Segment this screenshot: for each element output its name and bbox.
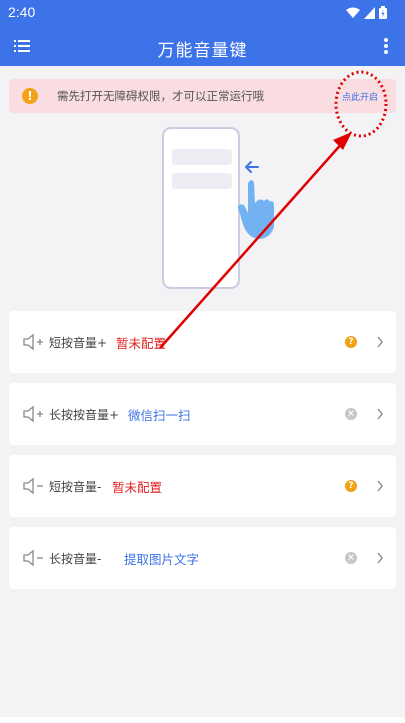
battery-icon: [379, 6, 387, 19]
status-time: 2:40: [8, 4, 36, 20]
clear-icon[interactable]: ×: [345, 552, 357, 564]
row-value: 提取图片文字: [124, 552, 200, 567]
volume-up-icon: [23, 405, 43, 423]
app-title: 万能音量键: [157, 41, 248, 61]
question-icon[interactable]: ?: [345, 336, 357, 348]
short-press-volume-up-row[interactable]: 短按音量+ 暂未配置 ?: [9, 311, 396, 373]
row-label: 长按音量-: [49, 552, 102, 566]
enable-accessibility-link[interactable]: 点此开启: [342, 90, 378, 103]
status-bar: 2:40: [0, 0, 405, 26]
short-press-volume-down-row[interactable]: 短按音量- 暂未配置 ?: [9, 455, 396, 517]
app-bar: 万能音量键: [0, 26, 405, 66]
navigation-bar: [0, 717, 405, 723]
phone-hand-illustration: [162, 127, 274, 289]
row-label: 短按音量+: [49, 336, 108, 350]
warning-icon: !: [22, 88, 38, 104]
warning-text: 需先打开无障碍权限，才可以正常运行哦: [57, 89, 264, 103]
row-label: 长按按音量+: [49, 408, 120, 422]
more-vert-icon[interactable]: [383, 37, 389, 55]
row-value: 暂未配置: [112, 480, 163, 495]
long-press-volume-up-row[interactable]: 长按按音量+ 微信扫一扫 ×: [9, 383, 396, 445]
row-label: 短按音量-: [49, 480, 102, 494]
row-value: 暂未配置: [116, 336, 167, 351]
annotation-arrow-head: [333, 132, 352, 150]
question-icon[interactable]: ?: [345, 480, 357, 492]
chevron-right-icon: [377, 408, 383, 420]
chevron-right-icon: [377, 552, 383, 564]
signal-icon: [364, 6, 375, 19]
long-press-volume-down-row[interactable]: 长按音量- 提取图片文字 ×: [9, 527, 396, 589]
chevron-right-icon: [377, 336, 383, 348]
accessibility-warning-banner: ! 需先打开无障碍权限，才可以正常运行哦 点此开启: [9, 79, 396, 113]
row-value: 微信扫一扫: [128, 408, 191, 423]
wifi-icon: [346, 7, 360, 18]
clear-icon[interactable]: ×: [345, 408, 357, 420]
chevron-right-icon: [377, 480, 383, 492]
volume-down-icon: [23, 477, 43, 495]
volume-down-icon: [23, 549, 43, 567]
volume-up-icon: [23, 333, 43, 351]
